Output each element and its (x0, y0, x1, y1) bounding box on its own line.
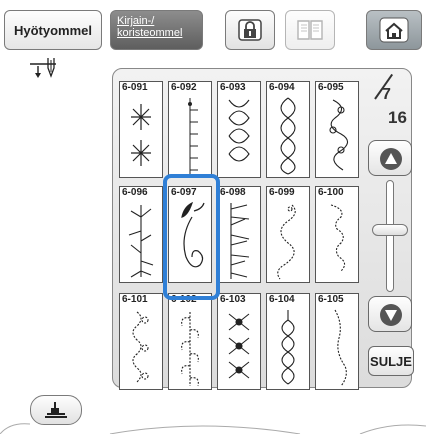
scroll-up-circle (380, 148, 402, 170)
stitch-code: 6-103 (220, 294, 246, 305)
triangle-down-icon (385, 310, 397, 321)
lock-icon (238, 19, 262, 41)
page-indicator: 7 16 (370, 73, 410, 136)
stitch-cell[interactable]: 6-105 (315, 293, 359, 390)
stitch-cell[interactable]: 6-103 (217, 293, 261, 390)
stitch-cell[interactable]: 6-091 (119, 81, 163, 178)
stitch-cell[interactable]: 6-093 (217, 81, 261, 178)
manual-button[interactable] (285, 10, 335, 50)
stitch-pattern-icon (132, 311, 149, 383)
stitch-cell[interactable]: 6-100 (315, 186, 359, 283)
tab-character-label-line1: Kirjain-/ (117, 15, 155, 27)
stitch-cell[interactable]: 6-096 (119, 186, 163, 283)
stitch-pattern-icon (281, 310, 295, 385)
stitch-cell[interactable]: 6-099 (266, 186, 310, 283)
close-button[interactable]: SULJE (368, 346, 414, 376)
stitch-pattern-icon (188, 98, 198, 174)
scroll-track[interactable] (386, 180, 394, 292)
stitch-pattern-icon (277, 204, 296, 280)
stitch-cell[interactable]: 6-102 (168, 293, 212, 390)
selection-highlight (163, 174, 220, 300)
scroll-up-button[interactable] (368, 140, 412, 176)
top-toolbar: Hyötyommel Kirjain-/ koristeommel (0, 0, 426, 58)
stitch-pattern-icon (131, 104, 151, 166)
stitch-code: 6-092 (171, 82, 197, 93)
stitch-pattern-icon (230, 203, 250, 279)
stitch-pattern-icon (181, 312, 199, 387)
stitch-pattern-icon (280, 97, 296, 175)
tab-utility-label: Hyötyommel (13, 22, 93, 38)
triangle-up-icon (385, 153, 397, 164)
stitch-code: 6-100 (318, 187, 344, 198)
stitch-code: 6-096 (122, 187, 148, 198)
book-icon (297, 20, 323, 40)
stitch-code: 6-101 (122, 294, 148, 305)
stitch-pattern-icon (334, 309, 347, 387)
tab-character-label-line2: koristeommel (117, 27, 183, 39)
needle-position-icon (30, 58, 56, 78)
stitch-pattern-icon (330, 204, 346, 272)
stitch-cell[interactable]: 6-094 (266, 81, 310, 178)
tab-character-decorative[interactable]: Kirjain-/ koristeommel (110, 10, 203, 50)
stitch-code: 6-105 (318, 294, 344, 305)
stitch-pattern-icon (228, 99, 250, 162)
stitch-cell[interactable]: 6-098 (217, 186, 261, 283)
stitch-code: 6-104 (269, 294, 295, 305)
stitch-code: 6-093 (220, 82, 246, 93)
home-icon (379, 17, 409, 43)
stitch-pattern-icon (329, 99, 349, 171)
stitch-cell[interactable]: 6-101 (119, 293, 163, 390)
tab-utility-stitches[interactable]: Hyötyommel (4, 10, 102, 50)
lock-button[interactable] (225, 10, 275, 50)
home-button[interactable] (366, 10, 422, 50)
stitch-cell[interactable]: 6-092 (168, 81, 212, 178)
stitch-cell[interactable]: 6-095 (315, 81, 359, 178)
total-pages: 16 (388, 108, 407, 127)
scroll-down-button[interactable] (368, 296, 412, 332)
stitch-code: 6-099 (269, 187, 295, 198)
scroll-down-circle (380, 304, 402, 326)
stitch-code: 6-098 (220, 187, 246, 198)
stitch-cell[interactable]: 6-104 (266, 293, 310, 390)
scroll-thumb[interactable] (372, 224, 408, 236)
stitch-code: 6-095 (318, 82, 344, 93)
stitch-code: 6-094 (269, 82, 295, 93)
presser-foot-icon (45, 402, 67, 418)
stitch-code: 6-091 (122, 82, 148, 93)
stitch-pattern-icon (228, 313, 250, 379)
stitch-pattern-icon (128, 205, 154, 278)
bottom-edge (0, 423, 426, 434)
